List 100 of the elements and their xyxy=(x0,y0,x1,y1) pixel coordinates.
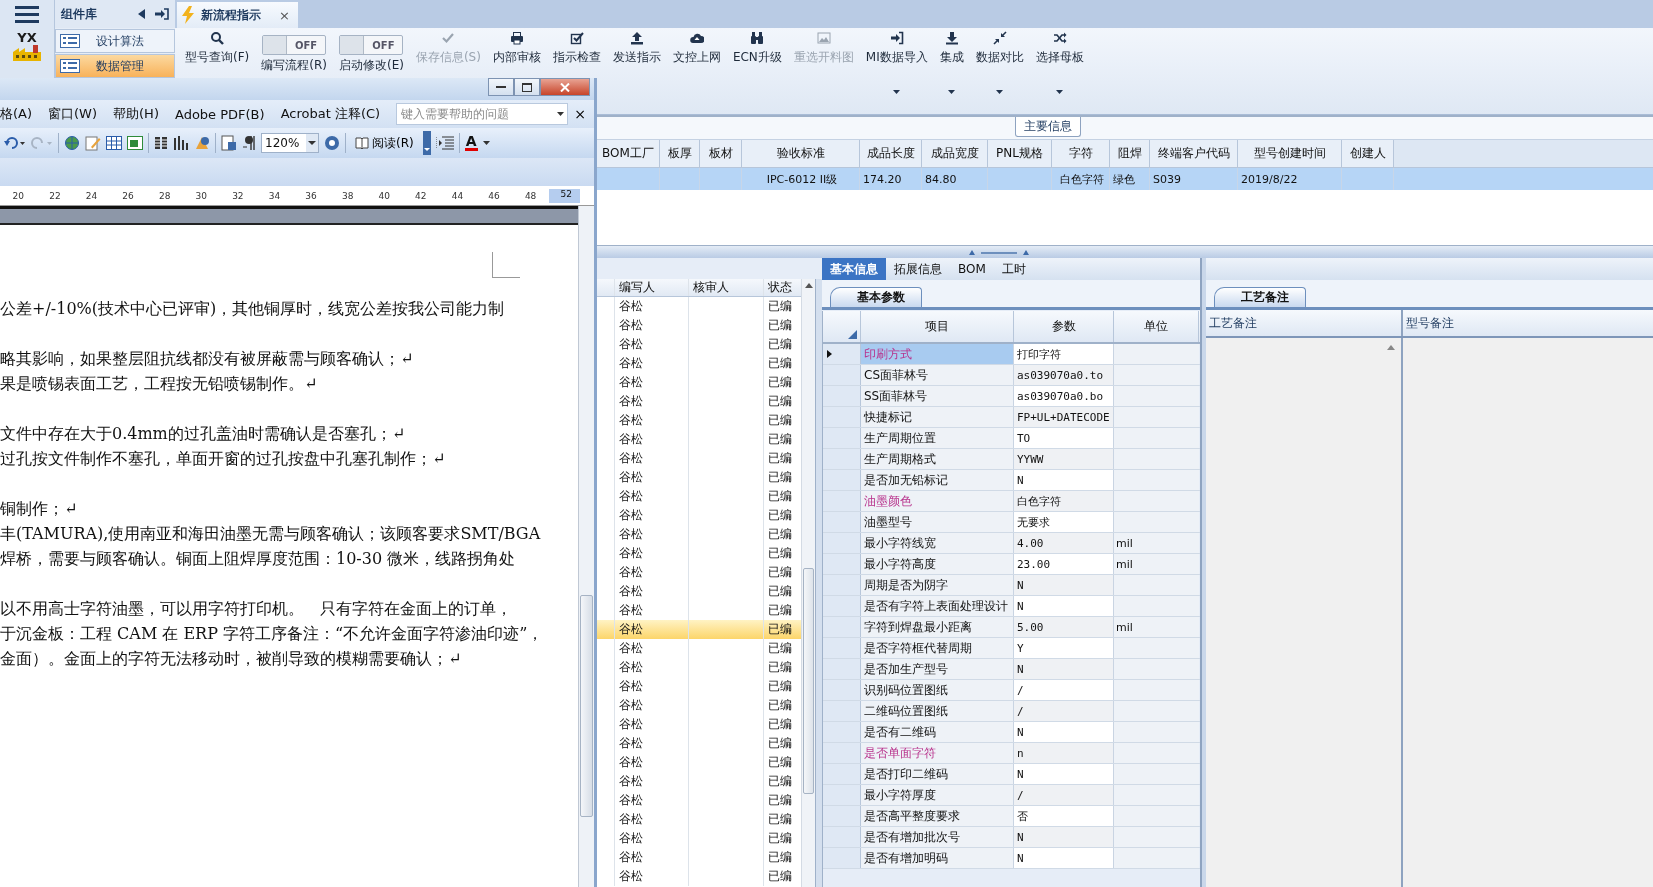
tab[interactable]: 工时 xyxy=(993,258,1034,280)
close-button[interactable] xyxy=(540,78,590,96)
tab[interactable]: 基本参数 xyxy=(830,287,922,307)
column-header[interactable]: 创建人 xyxy=(1342,140,1394,167)
column-header[interactable]: 成品宽度 xyxy=(922,140,988,167)
read-button[interactable]: 阅读(R) xyxy=(351,134,418,152)
caret-down-icon[interactable] xyxy=(306,134,318,152)
caret-down-icon xyxy=(893,90,901,94)
table-cell-text: 已编 xyxy=(767,849,793,866)
tab[interactable]: 基本信息 xyxy=(822,258,886,280)
table-cell: YYWW xyxy=(1014,449,1114,469)
sign-in-icon[interactable] xyxy=(155,8,169,20)
splitter-bar[interactable] xyxy=(597,245,1653,258)
column-header[interactable]: 核审人 xyxy=(689,279,764,296)
column-header[interactable]: PNL规格 xyxy=(988,140,1052,167)
list-row[interactable]: 谷松 已编 xyxy=(597,620,801,639)
column-header[interactable]: 板材 xyxy=(700,140,742,167)
column-header[interactable]: 状态 xyxy=(764,279,801,296)
minimize-button[interactable] xyxy=(488,78,514,96)
checkbox-icon xyxy=(569,31,584,45)
toolbar-button[interactable]: 型号查询(F) xyxy=(179,31,256,66)
table-cell-text: 已编 xyxy=(767,393,793,410)
download-icon xyxy=(944,31,959,45)
scrollbar[interactable] xyxy=(801,279,815,887)
table-cell: 谷松 xyxy=(615,487,689,506)
column-header[interactable]: 板厚 xyxy=(660,140,700,167)
menu-item[interactable]: 窗口(W) xyxy=(40,105,106,123)
caret-down-icon[interactable] xyxy=(482,141,490,145)
toolbar-button[interactable]: 内部审核 xyxy=(486,31,547,66)
search-field[interactable]: 键入需要帮助的问题 xyxy=(396,103,569,125)
column-header[interactable]: 参数 xyxy=(1014,311,1114,342)
splitter-bar[interactable] xyxy=(1200,258,1206,887)
column-header[interactable]: BOM工厂 xyxy=(597,140,660,167)
scrollbar[interactable] xyxy=(578,206,594,887)
list-icon xyxy=(60,59,80,73)
caret-down-icon[interactable] xyxy=(557,112,565,116)
table-cell-text: 已编 xyxy=(767,792,793,809)
table-cell: 是否有增加明码 xyxy=(861,848,1014,868)
column-header[interactable]: 成品长度 xyxy=(860,140,922,167)
column-header[interactable]: 项目 xyxy=(861,311,1014,342)
toolbar-button[interactable]: 集成 xyxy=(933,31,970,94)
maximize-button[interactable] xyxy=(514,78,540,96)
menu-item[interactable]: Adobe PDF(B) xyxy=(166,106,273,122)
column-header[interactable]: 型号创建时间 xyxy=(1238,140,1342,167)
sidebar-item[interactable]: 数据管理 xyxy=(55,54,175,78)
table-row[interactable]: IPC-6012 II级 174.20 84.80 白色字符 绿色 S039 2019/8/22 xyxy=(597,168,1653,190)
drawing-icon[interactable] xyxy=(194,135,210,151)
pencil-icon[interactable] xyxy=(85,135,101,151)
column-header[interactable]: 字符 xyxy=(1052,140,1110,167)
tab[interactable]: BOM xyxy=(950,258,994,280)
indent-icon[interactable] xyxy=(435,136,454,150)
scroll-up-icon[interactable] xyxy=(804,283,813,288)
document-map-icon[interactable] xyxy=(221,135,237,151)
book-icon xyxy=(355,137,369,149)
toolbar-button[interactable]: 发送指示 xyxy=(606,31,667,66)
column-header[interactable]: 验收标准 xyxy=(742,140,860,167)
document-tab[interactable]: 新流程指示 × xyxy=(177,2,298,28)
caret-left-icon[interactable] xyxy=(138,9,145,19)
table-cell: 无要求 xyxy=(1014,512,1114,532)
row-header[interactable] xyxy=(823,344,861,364)
column-header[interactable]: 单位 xyxy=(1114,311,1199,342)
menu-item[interactable]: Acrobat 注释(C) xyxy=(272,105,389,123)
menu-item[interactable]: 帮助(H) xyxy=(105,105,167,123)
help-icon[interactable] xyxy=(324,135,340,151)
chevron-icon[interactable] xyxy=(422,131,431,155)
zoom-field[interactable]: 120% xyxy=(261,133,319,153)
table-cell: 油墨颜色 xyxy=(861,491,1014,511)
column-header[interactable]: 工艺备注 xyxy=(1206,310,1403,336)
close-button[interactable]: × xyxy=(277,7,292,23)
paragraph-marks-icon[interactable] xyxy=(242,135,256,151)
column-header[interactable]: 终端客户代码 xyxy=(1150,140,1238,167)
toolbar-button[interactable]: 数据对比 xyxy=(969,31,1030,94)
font-color-button[interactable]: A xyxy=(464,135,478,151)
toolbar-button[interactable]: ECN升级 xyxy=(726,31,788,66)
chart-icon[interactable] xyxy=(173,135,189,151)
column-header[interactable]: 编写人 xyxy=(615,279,689,296)
table-icon[interactable] xyxy=(106,136,122,150)
undo-icon[interactable] xyxy=(4,136,26,150)
toolbar-button[interactable]: 指示检查 xyxy=(546,31,607,66)
text-line: 文件中存在大于0.4mm的过孔盖油时需确认是否塞孔；↵ xyxy=(0,423,407,445)
globe-icon[interactable] xyxy=(64,135,80,151)
menu-icon[interactable] xyxy=(15,5,39,23)
tab[interactable]: 工艺备注 xyxy=(1214,287,1306,307)
toolbar-button[interactable]: 文控上网 xyxy=(666,31,727,66)
table-cell: 快捷标记 xyxy=(861,407,1014,427)
menu-item[interactable]: 格(A) xyxy=(0,105,41,123)
ruler-number: 40 xyxy=(377,190,391,201)
toolbar-button[interactable]: MI数据导入 xyxy=(859,31,934,94)
column-header[interactable]: 型号备注 xyxy=(1403,310,1454,336)
column-header[interactable]: 阻焊 xyxy=(1110,140,1150,167)
redo-icon[interactable] xyxy=(31,136,53,150)
spreadsheet-icon[interactable] xyxy=(127,136,143,150)
toggle-switch[interactable]: OFF xyxy=(262,35,327,55)
sidebar-item[interactable]: 设计算法 xyxy=(55,29,175,53)
columns-icon[interactable] xyxy=(154,136,168,150)
toggle-switch[interactable]: OFF xyxy=(339,35,404,55)
close-button[interactable]: × xyxy=(568,106,592,122)
toolbar-button[interactable]: 选择母板 xyxy=(1029,31,1090,94)
tab[interactable]: 拓展信息 xyxy=(886,258,950,280)
scroll-up-icon[interactable] xyxy=(1387,345,1395,350)
